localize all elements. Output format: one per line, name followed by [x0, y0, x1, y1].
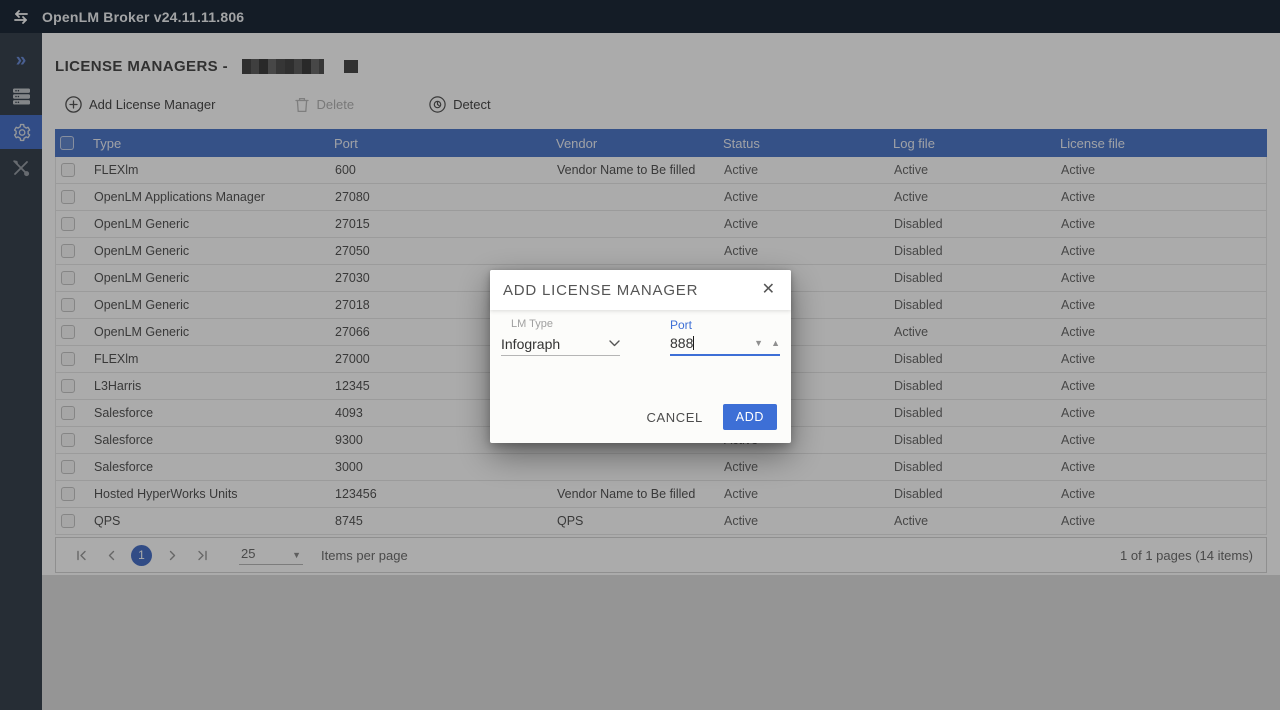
lm-type-select[interactable]: Infograph: [501, 332, 620, 356]
lm-type-label: LM Type: [511, 318, 553, 330]
port-label: Port: [670, 318, 693, 332]
stepper-down-icon[interactable]: ▼: [754, 338, 763, 348]
text-caret: [693, 336, 695, 350]
port-input[interactable]: 888 ▼ ▲: [670, 332, 780, 356]
chevron-down-icon: [609, 340, 620, 347]
port-stepper[interactable]: ▼ ▲: [754, 338, 780, 348]
lm-type-value: Infograph: [501, 335, 561, 352]
port-value: 888: [670, 335, 694, 351]
dialog-header: ADD LICENSE MANAGER ✕: [490, 270, 791, 310]
add-button[interactable]: ADD: [722, 404, 777, 430]
cancel-button[interactable]: CANCEL: [646, 410, 702, 425]
add-license-manager-dialog: ADD LICENSE MANAGER ✕ LM Type Infograph …: [490, 270, 791, 443]
dialog-footer: CANCEL ADD: [646, 404, 777, 430]
port-field: Port 888 ▼ ▲: [670, 318, 780, 356]
lm-type-field: LM Type Infograph: [501, 318, 620, 356]
stepper-up-icon[interactable]: ▲: [771, 338, 780, 348]
close-icon[interactable]: ✕: [759, 280, 778, 300]
dialog-title: ADD LICENSE MANAGER: [503, 281, 699, 299]
